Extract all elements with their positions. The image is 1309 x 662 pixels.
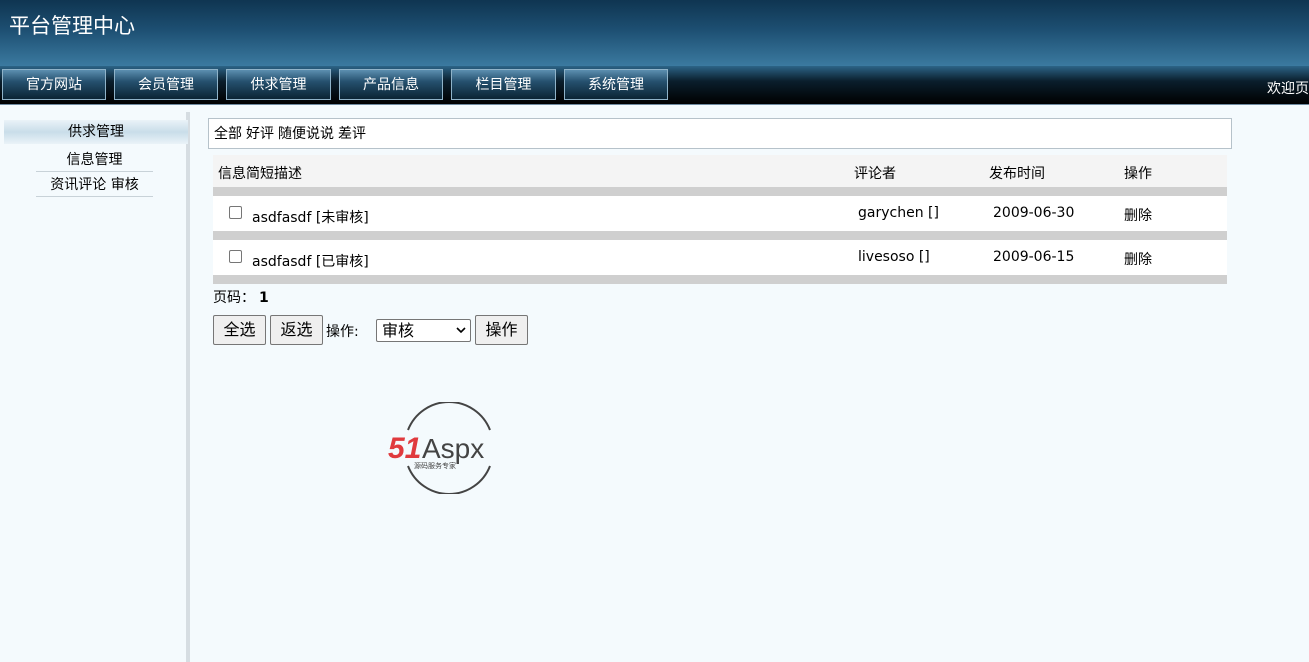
main-nav: 官方网站 会员管理 供求管理 产品信息 栏目管理 系统管理 欢迎页 xyxy=(0,66,1309,105)
row-delete-link[interactable]: 删除 xyxy=(1124,249,1152,269)
sidebar-title: 供求管理 xyxy=(4,120,188,144)
header-description: 信息简短描述 xyxy=(218,166,302,182)
sidebar: 供求管理 信息管理 资讯评论 审核 xyxy=(0,112,190,662)
row-separator xyxy=(213,231,1227,240)
header-date: 发布时间 xyxy=(989,166,1045,182)
invert-selection-button[interactable]: 返选 xyxy=(270,315,323,345)
header-action: 操作 xyxy=(1124,166,1152,182)
nav-member-management[interactable]: 会员管理 xyxy=(114,69,218,100)
row-separator xyxy=(213,187,1227,196)
nav-product-info[interactable]: 产品信息 xyxy=(339,69,443,100)
welcome-link[interactable]: 欢迎页 xyxy=(1267,78,1309,98)
filter-good[interactable]: 好评 xyxy=(246,126,274,142)
nav-official-site[interactable]: 官方网站 xyxy=(2,69,106,100)
header-author: 评论者 xyxy=(854,166,896,182)
row-date: 2009-06-15 xyxy=(993,249,1075,265)
nav-system-management[interactable]: 系统管理 xyxy=(564,69,668,100)
row-date: 2009-06-30 xyxy=(993,205,1075,221)
table-row: asdfasdf [未审核] garychen [] 2009-06-30 删除 xyxy=(213,196,1227,231)
table-header: 信息简短描述 评论者 发布时间 操作 xyxy=(213,155,1227,187)
sidebar-item-info-management[interactable]: 信息管理 xyxy=(36,149,153,172)
comment-table: 信息简短描述 评论者 发布时间 操作 asdfasdf [未审核] garych… xyxy=(213,155,1227,284)
operation-label: 操作: xyxy=(326,324,359,340)
nav-supply-demand[interactable]: 供求管理 xyxy=(226,69,331,100)
filter-all[interactable]: 全部 xyxy=(214,126,242,142)
nav-column-management[interactable]: 栏目管理 xyxy=(451,69,556,100)
svg-text:51: 51 xyxy=(388,432,421,465)
comment-filter-bar: 全部 好评 随便说说 差评 xyxy=(208,118,1232,149)
filter-bad[interactable]: 差评 xyxy=(338,126,366,142)
filter-neutral[interactable]: 随便说说 xyxy=(278,126,334,142)
row-description: asdfasdf [未审核] xyxy=(252,210,369,226)
svg-text:源码服务专家: 源码服务专家 xyxy=(414,461,456,470)
row-description: asdfasdf [已审核] xyxy=(252,254,369,270)
table-row: asdfasdf [已审核] livesoso [] 2009-06-15 删除 xyxy=(213,240,1227,275)
app-header: 平台管理中心 xyxy=(0,0,1309,66)
app-title: 平台管理中心 xyxy=(9,14,135,38)
operation-submit-button[interactable]: 操作 xyxy=(475,315,528,345)
row-separator xyxy=(213,275,1227,284)
operation-select[interactable]: 审核 xyxy=(376,319,471,342)
pager-current-page[interactable]: 1 xyxy=(259,290,269,306)
chevron-down-icon xyxy=(456,327,466,334)
select-all-button[interactable]: 全选 xyxy=(213,315,266,345)
51aspx-logo: 51 Aspx 源码服务专家 xyxy=(388,402,491,494)
pager: 页码： 1 xyxy=(213,287,269,307)
pager-label: 页码： xyxy=(213,290,255,306)
row-checkbox[interactable] xyxy=(229,206,242,219)
operation-select-value: 审核 xyxy=(382,321,415,340)
row-checkbox[interactable] xyxy=(229,250,242,263)
svg-text:Aspx: Aspx xyxy=(422,433,484,464)
sidebar-item-comment-review[interactable]: 资讯评论 审核 xyxy=(36,174,153,197)
row-author: garychen [] xyxy=(858,205,939,221)
row-author: livesoso [] xyxy=(858,249,930,265)
row-delete-link[interactable]: 删除 xyxy=(1124,205,1152,225)
